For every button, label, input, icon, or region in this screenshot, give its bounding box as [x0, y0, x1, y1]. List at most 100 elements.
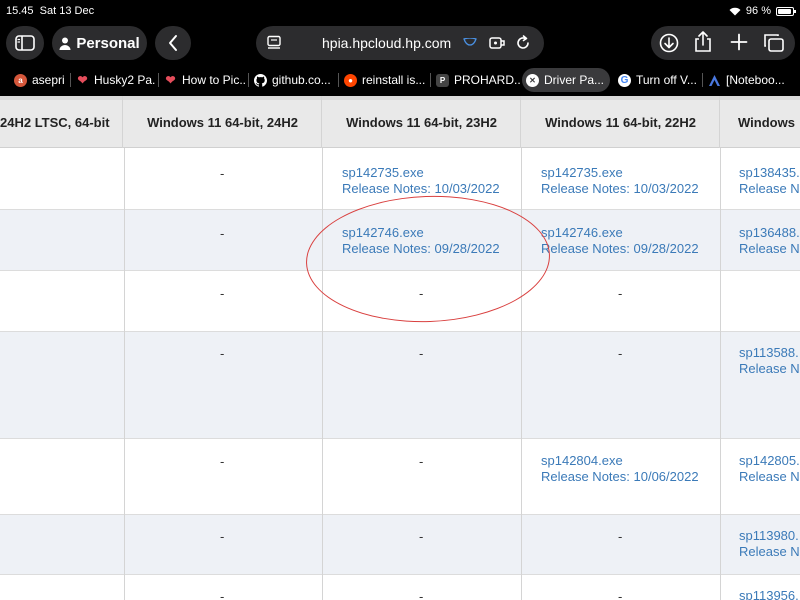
- driver-link[interactable]: sp113956.: [739, 588, 799, 600]
- driver-link[interactable]: sp113588.: [739, 345, 800, 361]
- empty-cell: -: [220, 166, 225, 181]
- tab-how-to-pic[interactable]: ❤ How to Pic...: [160, 68, 246, 92]
- driver-cell: sp142804.exe Release Notes: 10/06/2022: [541, 453, 699, 485]
- p-icon: P: [436, 73, 449, 87]
- battery-percent: 96 %: [745, 5, 771, 17]
- release-notes-link[interactable]: Release N: [739, 469, 800, 485]
- aseprite-icon: a: [14, 73, 27, 87]
- status-right: 96 %: [729, 5, 796, 17]
- tab-label: Turn off V...: [636, 73, 697, 87]
- driver-link[interactable]: sp138435.: [739, 165, 800, 181]
- driver-link[interactable]: sp142804.exe: [541, 453, 699, 469]
- tab-turn-off[interactable]: G Turn off V...: [614, 68, 700, 92]
- github-icon: [254, 73, 267, 87]
- table-row: [0, 515, 800, 575]
- header-cell: Windows 11 64-bit, 22H2: [522, 96, 720, 148]
- table-row: [0, 332, 800, 439]
- driver-cell: sp113588. Release N: [739, 345, 800, 377]
- share-icon[interactable]: [694, 31, 712, 53]
- table-row: [0, 575, 800, 600]
- empty-cell: -: [618, 529, 623, 544]
- close-icon[interactable]: ✕: [526, 73, 539, 87]
- toolbar-actions: [651, 26, 795, 60]
- empty-cell: -: [220, 454, 225, 469]
- browser-toolbar: Personal hpia.hpcloud.hp.com: [0, 24, 800, 64]
- driver-link[interactable]: sp136488.: [739, 225, 800, 241]
- release-notes-link[interactable]: Release Notes: 10/03/2022: [541, 181, 699, 197]
- release-notes-link[interactable]: Release N: [739, 544, 800, 560]
- heart-icon: ❤: [165, 73, 176, 87]
- empty-cell: -: [220, 226, 225, 241]
- status-time: 15.45 Sat 13 Dec: [6, 5, 95, 17]
- empty-cell: -: [618, 589, 623, 600]
- heart-icon: ❤: [77, 73, 88, 87]
- notebook-icon: [709, 74, 720, 86]
- empty-cell: -: [419, 529, 424, 544]
- tab-notebook[interactable]: [Noteboo...: [704, 68, 800, 92]
- profile-label: Personal: [76, 34, 140, 52]
- empty-cell: -: [220, 589, 225, 600]
- table-header: 24H2 LTSC, 64-bit Windows 11 64-bit, 24H…: [0, 96, 800, 148]
- release-notes-link[interactable]: Release N: [739, 241, 800, 257]
- tab-label: Driver Pa...: [544, 73, 605, 87]
- header-cell: Windows: [738, 114, 795, 130]
- release-notes-link[interactable]: Release N: [739, 181, 800, 197]
- driver-link[interactable]: sp142805.: [739, 453, 800, 469]
- release-notes-link[interactable]: Release Notes: 10/06/2022: [541, 469, 699, 485]
- privacy-icon[interactable]: [463, 38, 477, 46]
- driver-cell: sp113980. Release N: [739, 528, 800, 560]
- empty-cell: -: [419, 346, 424, 361]
- tab-label: github.co...: [272, 73, 331, 87]
- web-page: 24H2 LTSC, 64-bit Windows 11 64-bit, 24H…: [0, 96, 800, 600]
- reddit-icon: ●: [344, 73, 357, 87]
- profile-button[interactable]: Personal: [52, 26, 147, 60]
- tab-aseprite[interactable]: a asepri: [10, 68, 68, 92]
- header-cell: Windows 11 64-bit, 23H2: [323, 96, 521, 148]
- tab-prohard[interactable]: P PROHARD...: [432, 68, 520, 92]
- tabs-overview-icon[interactable]: [763, 33, 785, 53]
- driver-cell: sp142735.exe Release Notes: 10/03/2022: [342, 165, 500, 197]
- tab-bar: a asepri ❤ Husky2 Pa... ❤ How to Pic... …: [0, 64, 800, 96]
- driver-cell: sp142746.exe Release Notes: 09/28/2022: [541, 225, 699, 257]
- header-cell: Windows 11 64-bit, 24H2: [124, 96, 322, 148]
- url-text: hpia.hpcloud.hp.com: [322, 35, 452, 51]
- tab-github[interactable]: github.co...: [250, 68, 336, 92]
- release-notes-link[interactable]: Release Notes: 09/28/2022: [541, 241, 699, 257]
- driver-link[interactable]: sp142746.exe: [541, 225, 699, 241]
- tab-reinstall[interactable]: ● reinstall is...: [340, 68, 428, 92]
- tab-husky2[interactable]: ❤ Husky2 Pa...: [72, 68, 156, 92]
- driver-cell: sp113956.: [739, 588, 799, 600]
- battery-icon: [776, 6, 796, 16]
- release-notes-link[interactable]: Release N: [739, 361, 800, 377]
- driver-link[interactable]: sp142735.exe: [342, 165, 500, 181]
- empty-cell: -: [419, 454, 424, 469]
- status-bar: 15.45 Sat 13 Dec 96 %: [0, 0, 800, 24]
- sidebar-toggle-button[interactable]: [6, 26, 44, 60]
- download-icon[interactable]: [659, 33, 679, 53]
- tab-label: reinstall is...: [362, 73, 426, 87]
- driver-link[interactable]: sp113980.: [739, 528, 800, 544]
- tab-label: [Noteboo...: [726, 73, 785, 87]
- driver-link[interactable]: sp142735.exe: [541, 165, 699, 181]
- person-icon: [59, 37, 71, 50]
- reload-icon[interactable]: [514, 34, 532, 52]
- google-icon: G: [618, 73, 631, 87]
- driver-cell: sp142735.exe Release Notes: 10/03/2022: [541, 165, 699, 197]
- address-bar[interactable]: hpia.hpcloud.hp.com: [256, 26, 544, 60]
- reader-mode-icon[interactable]: [266, 35, 282, 51]
- tab-label: PROHARD...: [454, 73, 520, 87]
- sidebar-icon: [15, 35, 35, 51]
- chevron-left-icon: [169, 35, 177, 51]
- header-cell: 24H2 LTSC, 64-bit: [0, 96, 123, 148]
- empty-cell: -: [220, 286, 225, 301]
- empty-cell: -: [618, 286, 623, 301]
- driver-cell: sp136488. Release N: [739, 225, 800, 257]
- empty-cell: -: [220, 529, 225, 544]
- new-tab-icon[interactable]: [730, 33, 748, 51]
- back-button[interactable]: [155, 26, 191, 60]
- tab-label: How to Pic...: [182, 73, 246, 87]
- driver-cell: sp142805. Release N: [739, 453, 800, 485]
- tab-driver-pack[interactable]: ✕ Driver Pa...: [522, 68, 610, 92]
- extension-icon[interactable]: [488, 34, 506, 52]
- release-notes-link[interactable]: Release Notes: 10/03/2022: [342, 181, 500, 197]
